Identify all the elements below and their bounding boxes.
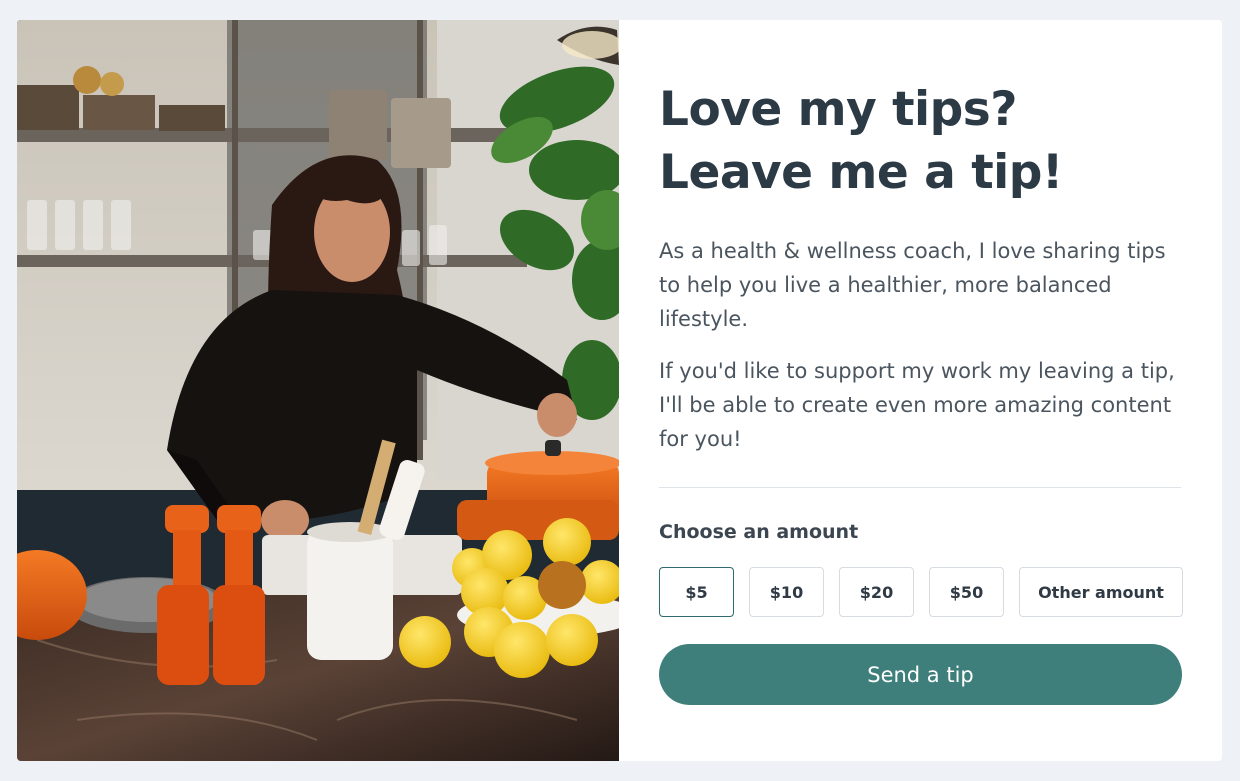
amount-50-button[interactable]: $50 <box>929 567 1004 617</box>
amount-5-button[interactable]: $5 <box>659 567 734 617</box>
choose-amount-label: Choose an amount <box>659 521 859 543</box>
amount-20-button[interactable]: $20 <box>839 567 914 617</box>
kitchen-illustration <box>17 20 619 761</box>
divider <box>659 487 1181 488</box>
support-paragraph: If you'd like to support my work my leav… <box>659 359 1175 451</box>
intro-paragraph: As a health & wellness coach, I love sha… <box>659 239 1166 331</box>
hero-photo <box>17 20 619 761</box>
other-amount-button[interactable]: Other amount <box>1019 567 1183 617</box>
tip-content: Love my tips? Leave me a tip! As a healt… <box>619 20 1222 761</box>
amount-options: $5 $10 $20 $50 Other amount <box>659 567 1183 617</box>
send-tip-button[interactable]: Send a tip <box>659 644 1182 705</box>
tip-card: Love my tips? Leave me a tip! As a healt… <box>17 20 1222 761</box>
amount-10-button[interactable]: $10 <box>749 567 824 617</box>
page-title: Love my tips? Leave me a tip! <box>659 82 1063 200</box>
